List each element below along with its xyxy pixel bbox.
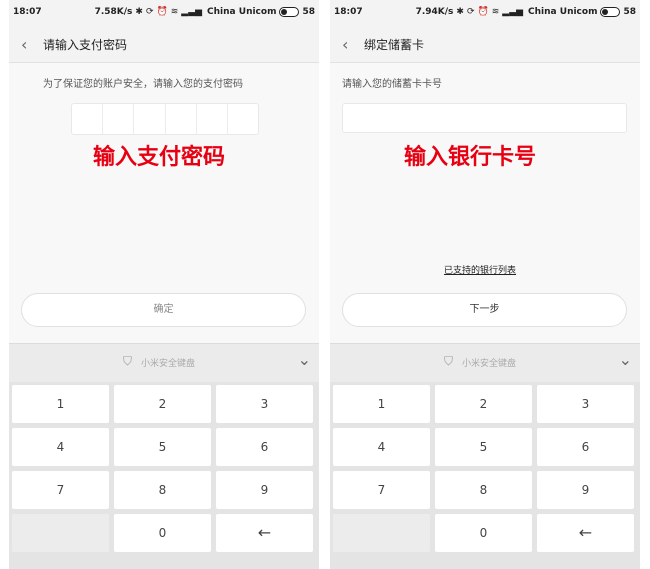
status-indicators: 7.94K/s ✱ ⟳ ⏰ ≋ ▂▃▅ China Unicom 58 [416,7,636,17]
backspace-icon[interactable]: ← [216,514,313,552]
network-speed: 7.58K/s [94,7,133,17]
page-title: 请输入支付密码 [43,38,128,52]
battery-level: 58 [302,7,315,17]
network-speed: 7.94K/s [415,7,454,17]
carrier-name: China Unicom [207,7,277,17]
password-digit-cell [103,104,135,134]
title-bar: ‹ 请输入支付密码 [9,26,319,63]
key-5[interactable]: 5 [114,428,211,466]
key-9[interactable]: 9 [216,471,313,509]
key-3[interactable]: 3 [537,385,634,423]
sync-icon: ⟳ [145,7,154,17]
status-bar: 18:07 7.58K/s ✱ ⟳ ⏰ ≋ ▂▃▅ China Unicom 5… [9,0,319,26]
shield-icon: ⛉ [444,354,454,368]
status-indicators: 7.58K/s ✱ ⟳ ⏰ ≋ ▂▃▅ China Unicom 58 [95,7,315,17]
bluetooth-icon: ✱ [456,7,464,17]
password-hint: 为了保证您的账户安全，请输入您的支付密码 [43,79,243,90]
signal-icon: ▂▃▅ [181,7,203,17]
key-4[interactable]: 4 [12,428,109,466]
numeric-keypad: 1 2 3 4 5 6 7 8 9 0 ← [330,382,640,569]
status-time: 18:07 [13,7,42,17]
chevron-left-icon[interactable]: ‹ [21,35,27,54]
password-digit-cell [228,104,258,134]
chevron-down-icon[interactable]: ⌄ [619,350,632,369]
title-bar: ‹ 绑定储蓄卡 [330,26,640,63]
carrier-name: China Unicom [528,7,598,17]
chevron-down-icon[interactable]: ⌄ [298,350,311,369]
confirm-button[interactable]: 确定 [21,293,306,327]
key-0[interactable]: 0 [114,514,211,552]
key-0[interactable]: 0 [435,514,532,552]
key-3[interactable]: 3 [216,385,313,423]
shield-icon: ⛉ [123,354,133,368]
card-number-input[interactable] [342,103,627,133]
key-7[interactable]: 7 [12,471,109,509]
key-8[interactable]: 8 [114,471,211,509]
battery-level: 58 [623,7,636,17]
chevron-left-icon[interactable]: ‹ [342,35,348,54]
key-1[interactable]: 1 [12,385,109,423]
status-bar: 18:07 7.94K/s ✱ ⟳ ⏰ ≋ ▂▃▅ China Unicom 5… [330,0,640,26]
keyboard-title: 小米安全键盘 [462,359,517,369]
wifi-icon: ≋ [170,7,179,17]
key-6[interactable]: 6 [216,428,313,466]
toggle-icon [600,7,621,17]
key-1[interactable]: 1 [333,385,430,423]
main-content: 为了保证您的账户安全，请输入您的支付密码 输入支付密码 确定 [9,63,319,343]
supported-banks-link[interactable]: 已支持的银行列表 [444,263,516,276]
card-hint: 请输入您的储蓄卡卡号 [342,79,442,90]
key-7[interactable]: 7 [333,471,430,509]
keyboard-header: ⛉ 小米安全键盘 ⌄ [9,343,319,382]
sync-icon: ⟳ [466,7,475,17]
overlay-caption: 输入支付密码 [93,145,226,170]
key-2[interactable]: 2 [114,385,211,423]
wifi-icon: ≋ [491,7,500,17]
password-digit-cell [134,104,166,134]
backspace-icon[interactable]: ← [537,514,634,552]
key-blank [333,514,430,552]
overlay-caption: 输入银行卡号 [404,145,537,170]
main-content: 请输入您的储蓄卡卡号 输入银行卡号 已支持的银行列表 下一步 [330,63,640,343]
key-blank [12,514,109,552]
key-8[interactable]: 8 [435,471,532,509]
numeric-keypad: 1 2 3 4 5 6 7 8 9 0 ← [9,382,319,569]
keyboard-title: 小米安全键盘 [141,359,196,369]
key-5[interactable]: 5 [435,428,532,466]
next-step-button[interactable]: 下一步 [342,293,627,327]
signal-icon: ▂▃▅ [502,7,524,17]
key-4[interactable]: 4 [333,428,430,466]
pay-password-screen: 18:07 7.58K/s ✱ ⟳ ⏰ ≋ ▂▃▅ China Unicom 5… [9,0,319,569]
bluetooth-icon: ✱ [135,7,143,17]
password-digit-cell [72,104,104,134]
key-6[interactable]: 6 [537,428,634,466]
alarm-icon: ⏰ [156,7,168,17]
alarm-icon: ⏰ [477,7,489,17]
password-input[interactable] [71,103,259,135]
keyboard-header: ⛉ 小米安全键盘 ⌄ [330,343,640,382]
key-9[interactable]: 9 [537,471,634,509]
bind-card-screen: 18:07 7.94K/s ✱ ⟳ ⏰ ≋ ▂▃▅ China Unicom 5… [330,0,640,569]
page-title: 绑定储蓄卡 [364,38,425,52]
password-digit-cell [197,104,228,134]
key-2[interactable]: 2 [435,385,532,423]
password-digit-cell [166,104,197,134]
status-time: 18:07 [334,7,363,17]
toggle-icon [279,7,300,17]
